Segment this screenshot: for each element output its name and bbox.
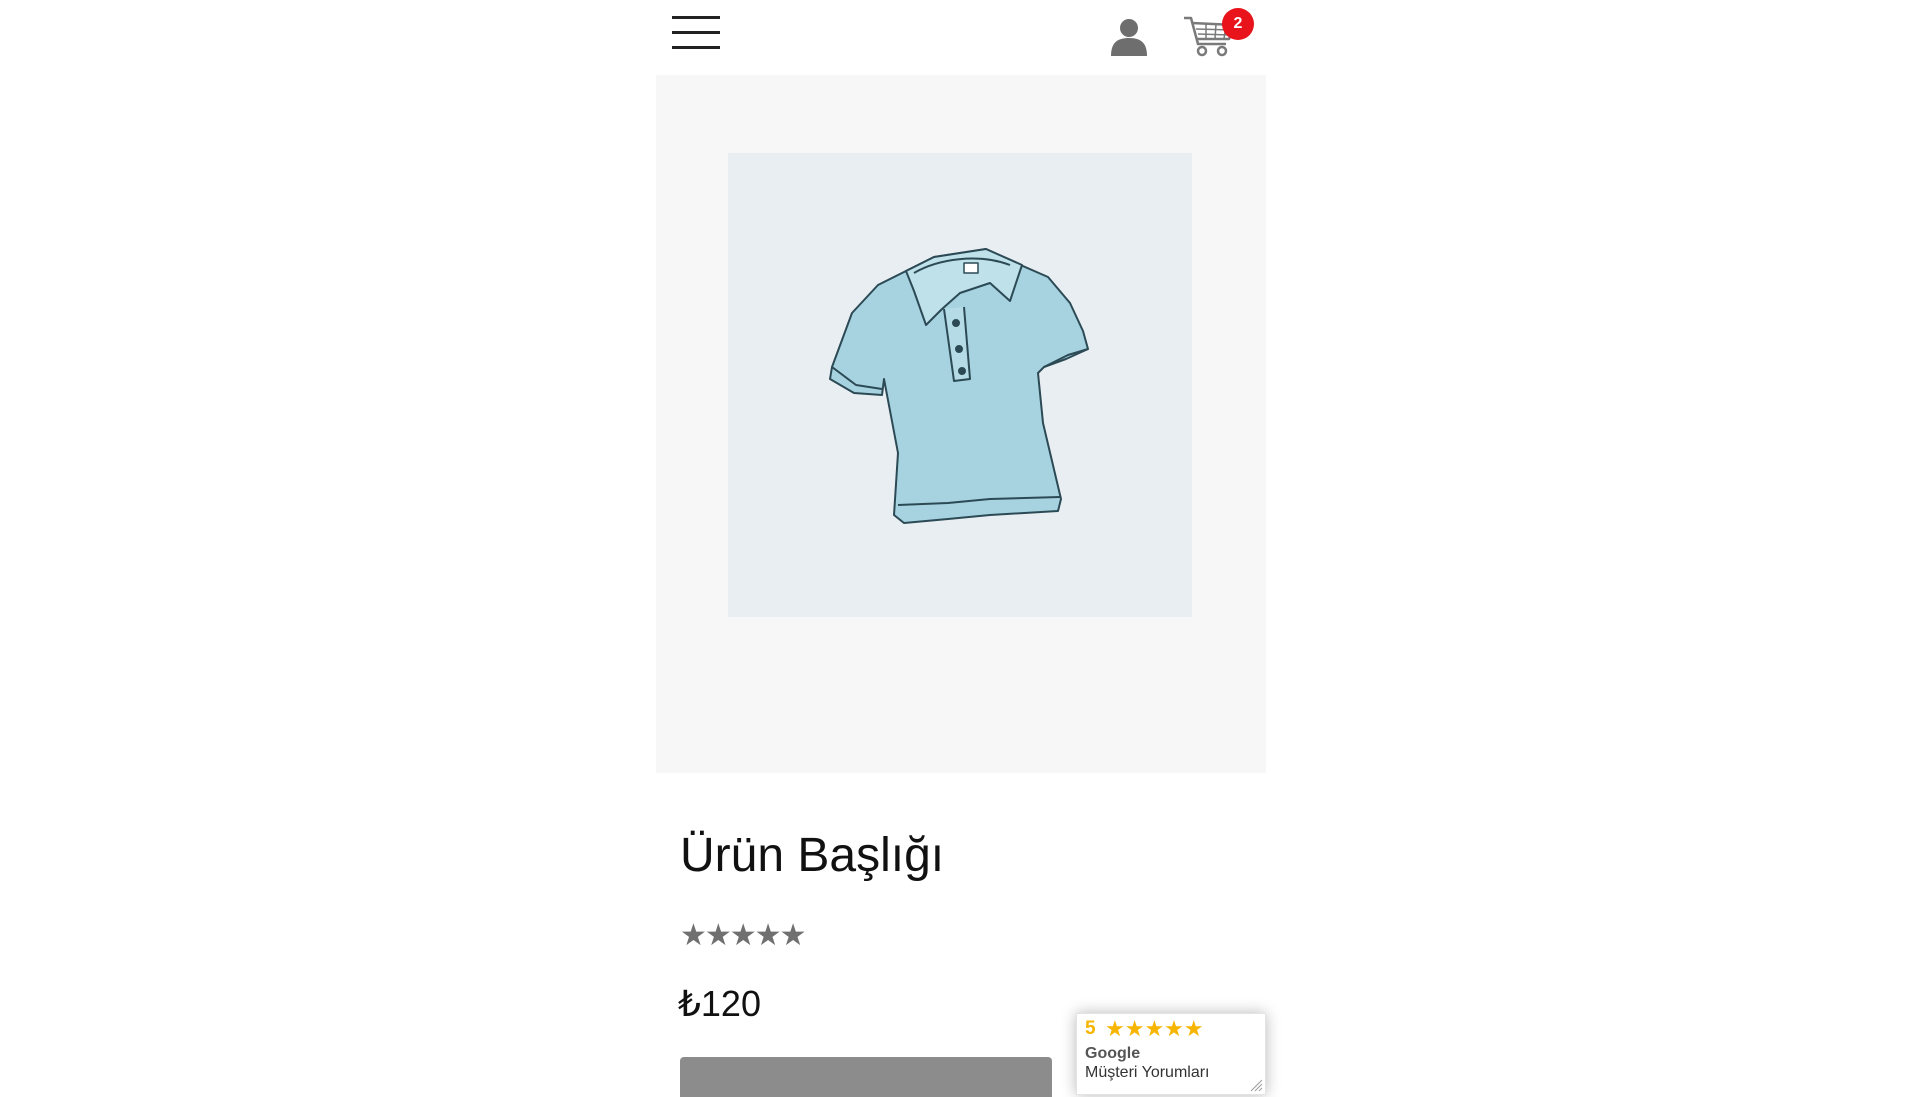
review-label: Müşteri Yorumları bbox=[1085, 1064, 1210, 1081]
hamburger-menu-button[interactable] bbox=[672, 14, 722, 54]
product-title: Ürün Başlığı bbox=[680, 829, 945, 882]
menu-line-bottom bbox=[672, 46, 720, 49]
user-account-button[interactable] bbox=[1108, 16, 1150, 58]
cart-count-badge: 2 bbox=[1222, 8, 1254, 40]
review-brand: Google bbox=[1085, 1045, 1141, 1062]
menu-line-middle bbox=[672, 31, 720, 34]
user-icon bbox=[1111, 19, 1147, 56]
product-price: ₺120 bbox=[678, 983, 761, 1024]
product-gallery bbox=[656, 75, 1266, 773]
google-reviews-widget[interactable]: 5 ★★★★★ Google Müşteri Yorumları bbox=[1076, 1013, 1266, 1095]
mobile-page: 2 Ürün Başlığı ★★★★★ ₺120 5 ★★★★★ Google… bbox=[656, 0, 1266, 1097]
site-header: 2 bbox=[656, 0, 1266, 75]
product-rating-stars: ★★★★★ bbox=[680, 919, 806, 952]
add-to-cart-button[interactable] bbox=[680, 1057, 1052, 1097]
menu-line-top bbox=[672, 16, 720, 19]
product-image[interactable] bbox=[728, 153, 1192, 617]
resize-handle-icon bbox=[1250, 1079, 1263, 1092]
review-score: 5 bbox=[1085, 1018, 1096, 1039]
review-stars: ★★★★★ bbox=[1105, 1016, 1204, 1041]
shopping-cart-button[interactable]: 2 bbox=[1182, 8, 1254, 58]
polo-shirt-image bbox=[829, 248, 1089, 524]
